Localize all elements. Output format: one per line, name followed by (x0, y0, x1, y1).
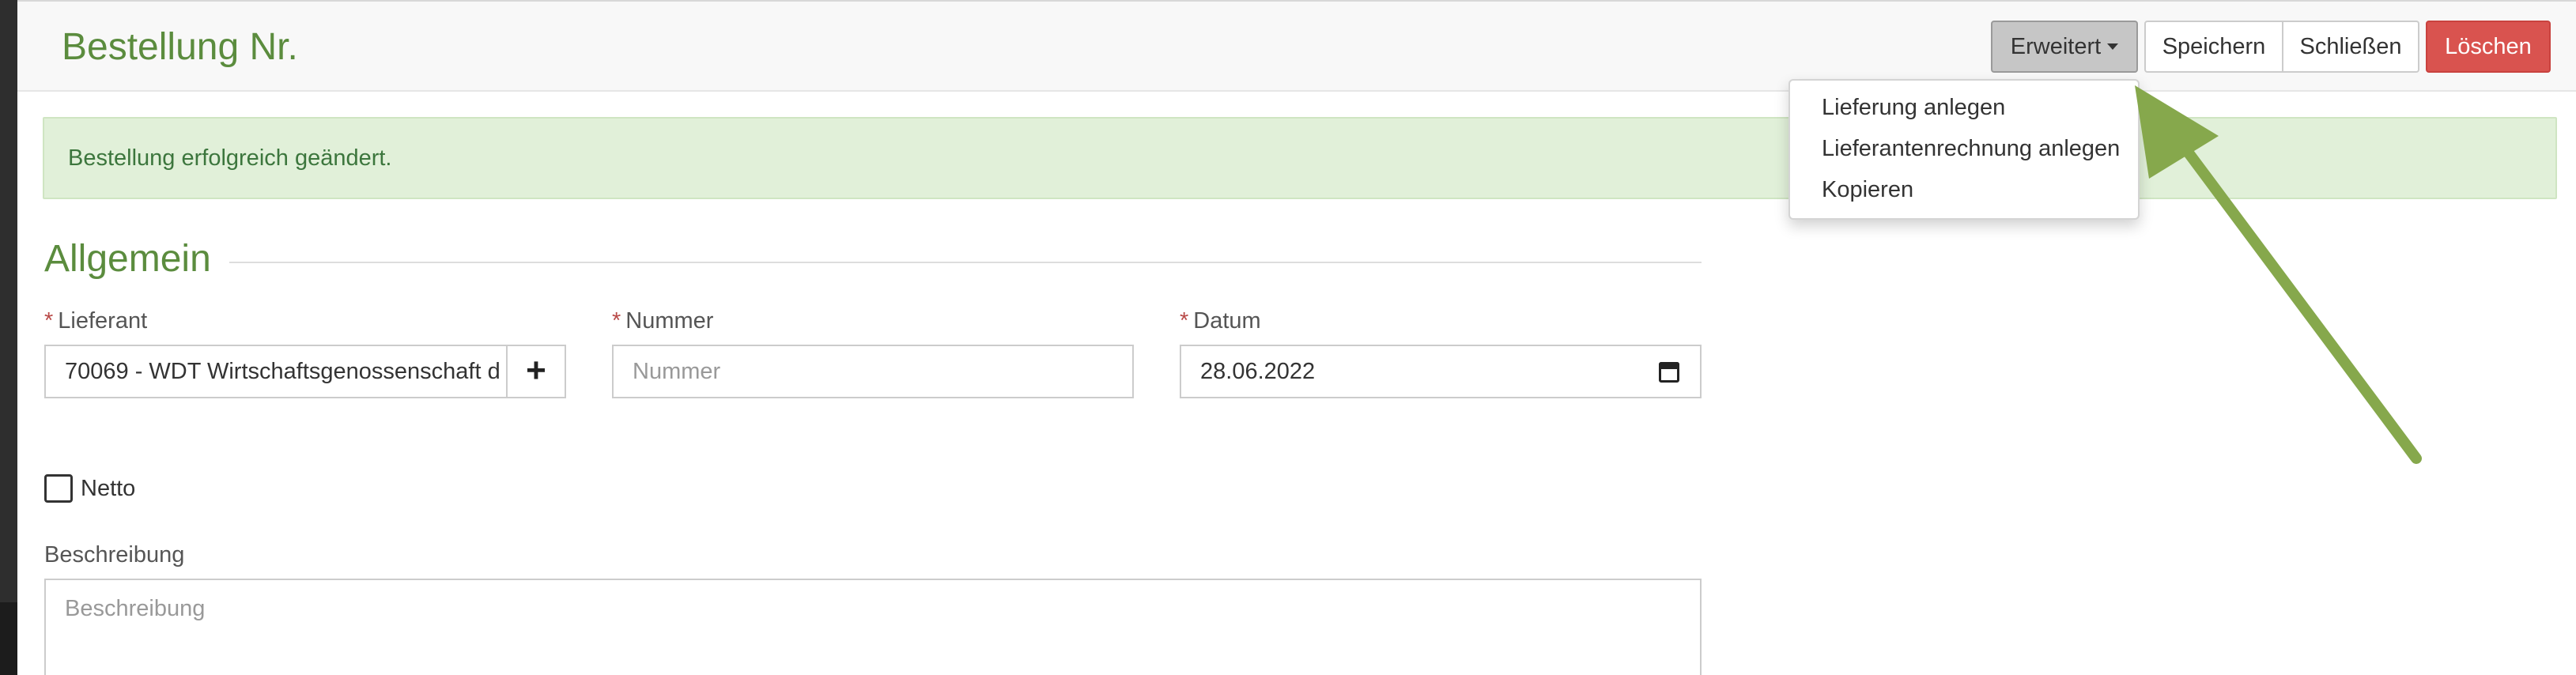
beschreibung-label: Beschreibung (44, 542, 185, 568)
nummer-field[interactable]: Nummer (612, 345, 1134, 398)
section-divider (229, 262, 1702, 263)
datum-value: 28.06.2022 (1200, 359, 1316, 384)
success-alert: Bestellung erfolgreich geändert. (43, 117, 2557, 199)
required-mark: * (44, 308, 54, 334)
datum-label-text: Datum (1193, 308, 1261, 334)
required-mark: * (612, 308, 621, 334)
left-edge-strip (0, 0, 17, 675)
required-mark: * (1180, 308, 1189, 334)
netto-checkbox[interactable] (44, 474, 73, 503)
lieferant-field[interactable]: 70069 - WDT Wirtschaftsgenossenschaft d (44, 345, 508, 398)
plus-icon[interactable]: + (506, 345, 566, 398)
left-edge-strip-bottom (0, 602, 17, 675)
section-title: Allgemein (44, 238, 211, 280)
nummer-label-text: Nummer (625, 308, 714, 334)
nummer-label: * Nummer (612, 308, 713, 334)
datum-label: * Datum (1180, 308, 1261, 334)
menu-item-kopieren[interactable]: Kopieren (1822, 177, 1913, 203)
menu-item-lieferantenrechnung-anlegen[interactable]: Lieferantenrechnung anlegen (1822, 136, 2120, 162)
success-alert-text: Bestellung erfolgreich geändert. (68, 145, 392, 171)
calendar-icon[interactable] (1659, 362, 1679, 383)
annotation-arrow (2135, 85, 2422, 464)
erweitert-label: Erweitert (2010, 34, 2102, 59)
page-title: Bestellung Nr. (62, 26, 298, 68)
save-button[interactable]: Speichern (2144, 21, 2283, 73)
beschreibung-textarea[interactable]: Beschreibung (44, 579, 1702, 675)
menu-item-lieferung-anlegen[interactable]: Lieferung anlegen (1822, 95, 2005, 121)
lieferant-label-text: Lieferant (58, 308, 148, 334)
datum-field[interactable]: 28.06.2022 (1180, 345, 1702, 398)
netto-label[interactable]: Netto (81, 476, 135, 502)
lieferant-label: * Lieferant (44, 308, 147, 334)
caret-down-icon (2107, 43, 2119, 51)
erweitert-dropdown-menu: Lieferung anlegen Lieferantenrechnung an… (1788, 79, 2140, 220)
erweitert-button[interactable]: Erweitert (1991, 21, 2138, 73)
delete-button[interactable]: Löschen (2426, 21, 2551, 73)
close-button[interactable]: Schließen (2282, 21, 2419, 73)
